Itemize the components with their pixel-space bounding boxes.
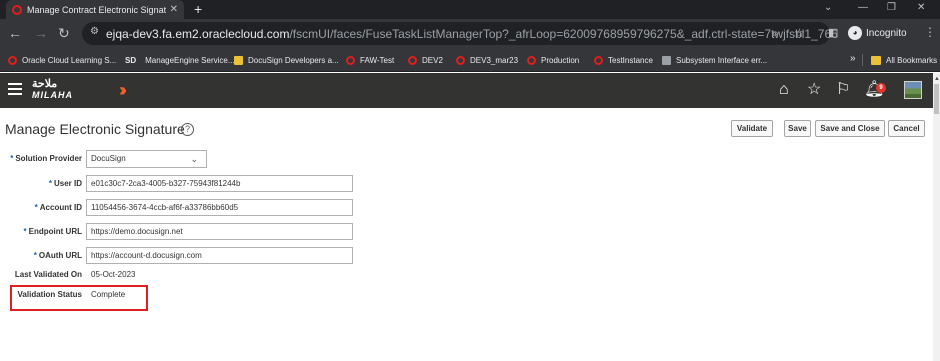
bookmark-item[interactable]: TestInstance (594, 54, 653, 66)
bookmarks-divider (862, 54, 863, 66)
navigator-chevrons-icon[interactable]: ›› (119, 79, 127, 101)
required-marker-icon: * (23, 227, 27, 236)
more-bookmarks-icon[interactable]: » (850, 53, 856, 64)
incognito-icon: ◕ (848, 26, 862, 40)
endpoint-url-field[interactable]: https://demo.docusign.net (86, 223, 353, 240)
bookmark-star-icon[interactable]: ☆ (794, 26, 805, 40)
bookmark-item[interactable]: DocuSign Developers a... (234, 54, 339, 66)
oracle-favicon-icon (12, 4, 22, 15)
bookmark-label: DEV2 (422, 55, 443, 65)
oracle-icon (594, 55, 603, 65)
bookmark-item[interactable]: Oracle Cloud Learning S... (8, 54, 116, 66)
bookmark-label: Subsystem Interface err... (676, 55, 768, 65)
logo-arabic: ﻣﻼﺣﺔ (32, 77, 58, 90)
window-close-icon[interactable]: ✕ (917, 2, 925, 13)
forward-icon[interactable]: → (34, 25, 48, 41)
url-text: ejqa-dev3.fa.em2.oraclecloud.com/fscmUI/… (106, 27, 838, 41)
tab-title: Manage Contract Electronic Signature (27, 4, 166, 15)
hamburger-menu-icon[interactable] (8, 83, 22, 95)
required-marker-icon: * (48, 179, 52, 188)
site-info-icon[interactable]: ⚙ (90, 26, 99, 37)
incognito-label: Incognito (866, 27, 907, 39)
page-title: Manage Electronic Signature (5, 121, 185, 137)
browser-menu-icon[interactable]: ⋮ (924, 25, 936, 39)
all-bookmarks[interactable]: All Bookmarks (871, 54, 937, 66)
zoom-search-icon[interactable]: ⌕ (772, 26, 779, 41)
validate-button[interactable]: Validate (731, 120, 773, 137)
last-validated-on-value: 05-Oct-2023 (91, 270, 136, 279)
oracle-icon (8, 55, 17, 65)
app-header: ﻣﻼﺣﺔ MILAHA ›› ⌂ ☆ ⚐ 🔔︎ (0, 73, 940, 108)
bookmark-item[interactable]: Production (527, 54, 579, 66)
account-id-field[interactable]: 11054456-3674-4ccb-af6f-a33786bb60d5 (86, 199, 353, 216)
bookmark-label: ManageEngine Service... (145, 55, 235, 65)
solution-provider-label: * Solution Provider (10, 154, 82, 163)
restore-icon[interactable]: ❐ (887, 2, 896, 13)
required-marker-icon: * (33, 251, 37, 260)
grey-icon (662, 55, 671, 65)
oracle-icon (456, 55, 465, 65)
browser-toolbar: ← → ↻ ⚙ ejqa-dev3.fa.em2.oraclecloud.com… (0, 19, 940, 48)
bookmark-item[interactable]: Subsystem Interface err... (662, 54, 767, 66)
validation-status-highlight-box (10, 285, 148, 311)
notification-count-badge: 9 (876, 83, 886, 93)
required-marker-icon: * (10, 154, 14, 163)
milaha-logo[interactable]: ﻣﻼﺣﺔ MILAHA (32, 78, 86, 104)
minimize-icon[interactable]: — (858, 2, 868, 13)
download-icon (234, 55, 243, 65)
oracle-icon (527, 55, 536, 65)
save-and-close-button[interactable]: Save and Close (815, 120, 885, 137)
endpoint-url-label: * Endpoint URL (23, 227, 82, 236)
favorites-star-icon[interactable]: ☆ (807, 81, 821, 99)
bookmark-item[interactable]: DEV3_mar23 (456, 54, 518, 66)
solution-provider-select[interactable]: DocuSign ⌄ (86, 150, 207, 168)
bookmark-label: TestInstance (608, 55, 653, 65)
oauth-url-label: * OAuth URL (33, 251, 82, 260)
oauth-url-field[interactable]: https://account-d.docusign.com (86, 247, 353, 264)
save-button[interactable]: Save (784, 120, 811, 137)
scrollbar-thumb[interactable] (934, 84, 939, 114)
oracle-icon (408, 55, 417, 65)
required-marker-icon: * (34, 203, 38, 212)
help-icon[interactable]: ? (181, 123, 194, 136)
close-tab-icon[interactable]: ✕ (170, 4, 178, 15)
bookmark-label: Production (541, 55, 580, 65)
home-icon[interactable]: ⌂ (779, 81, 789, 99)
address-bar[interactable]: ⚙ ejqa-dev3.fa.em2.oraclecloud.com/fscmU… (82, 22, 838, 45)
reload-icon[interactable]: ↻ (58, 25, 70, 41)
bookmark-label: FAW-Test (360, 55, 395, 65)
bookmark-item[interactable]: SD ManageEngine Service... (125, 54, 235, 66)
last-validated-on-label: Last Validated On (14, 270, 82, 279)
user-id-label: * User ID (48, 179, 82, 188)
tab-search-chevron-icon[interactable]: ⌄ (824, 2, 832, 13)
side-panel-icon[interactable]: ◧ (828, 25, 838, 41)
solution-provider-value: DocuSign (91, 154, 126, 163)
watchlist-flag-icon[interactable]: ⚐ (836, 81, 850, 99)
url-host: ejqa-dev3.fa.em2.oraclecloud.com (106, 27, 290, 41)
back-icon[interactable]: ← (8, 25, 22, 41)
browser-tab[interactable]: Manage Contract Electronic Signature ✕ (6, 0, 184, 19)
bookmark-item[interactable]: FAW-Test (346, 54, 394, 66)
logo-text: MILAHA (32, 90, 73, 100)
bookmark-item[interactable]: DEV2 (408, 54, 443, 66)
url-path: /fscmUI/faces/FuseTaskListManagerTop?_af… (289, 27, 838, 41)
chevron-down-icon[interactable]: ⌄ (190, 151, 198, 167)
new-tab-icon[interactable]: + (194, 1, 202, 17)
page-scrollbar[interactable] (933, 73, 940, 361)
bookmark-label: DEV3_mar23 (470, 55, 519, 65)
sd-icon: SD (125, 55, 137, 65)
bookmark-label: Oracle Cloud Learning S... (22, 55, 117, 65)
bookmark-label: DocuSign Developers a... (248, 55, 339, 65)
incognito-profile[interactable]: ◕ Incognito (848, 26, 907, 40)
oracle-icon (346, 55, 355, 65)
user-id-field[interactable]: e01c30c7-2ca3-4005-b327-75943f81244b (86, 175, 353, 192)
cancel-button[interactable]: Cancel (888, 120, 925, 137)
folder-icon (871, 55, 881, 65)
all-bookmarks-label: All Bookmarks (886, 55, 938, 65)
user-avatar[interactable] (904, 81, 922, 99)
bookmarks-bar: Oracle Cloud Learning S... SD ManageEngi… (0, 48, 940, 72)
account-id-label: * Account ID (34, 203, 82, 212)
browser-tab-strip: Manage Contract Electronic Signature ✕ +… (0, 0, 940, 19)
scroll-up-arrow-icon[interactable]: ▲ (934, 76, 940, 82)
